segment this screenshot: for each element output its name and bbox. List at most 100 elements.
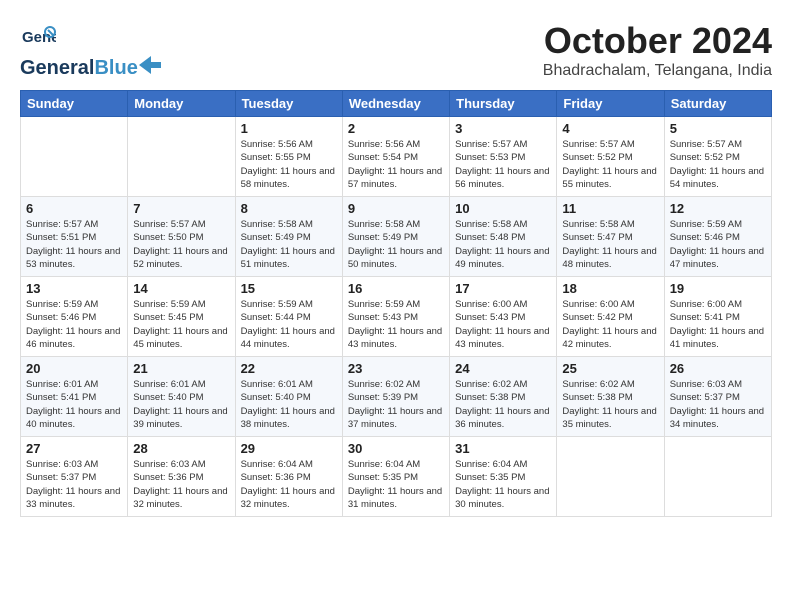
calendar-cell: 2 Sunrise: 5:56 AM Sunset: 5:54 PM Daylig… — [342, 117, 449, 197]
day-number: 2 — [348, 121, 444, 136]
calendar-cell — [664, 437, 771, 517]
day-number: 3 — [455, 121, 551, 136]
calendar-header-row: SundayMondayTuesdayWednesdayThursdayFrid… — [21, 91, 772, 117]
day-number: 18 — [562, 281, 658, 296]
day-info: Sunrise: 6:00 AM Sunset: 5:43 PM Dayligh… — [455, 298, 551, 351]
calendar-cell: 12 Sunrise: 5:59 AM Sunset: 5:46 PM Dayli… — [664, 197, 771, 277]
day-info: Sunrise: 6:00 AM Sunset: 5:42 PM Dayligh… — [562, 298, 658, 351]
calendar-cell: 22Sunrise: 6:01 AM Sunset: 5:40 PM Dayli… — [235, 357, 342, 437]
day-info: Sunrise: 6:00 AM Sunset: 5:41 PM Dayligh… — [670, 298, 766, 351]
day-info: Sunrise: 5:57 AM Sunset: 5:50 PM Dayligh… — [133, 218, 229, 271]
day-info: Sunrise: 6:02 AM Sunset: 5:39 PM Dayligh… — [348, 378, 444, 431]
calendar-week-row: 20Sunrise: 6:01 AM Sunset: 5:41 PM Dayli… — [21, 357, 772, 437]
calendar-cell: 19 Sunrise: 6:00 AM Sunset: 5:41 PM Dayli… — [664, 277, 771, 357]
calendar-cell: 29Sunrise: 6:04 AM Sunset: 5:36 PM Dayli… — [235, 437, 342, 517]
day-info: Sunrise: 5:59 AM Sunset: 5:44 PM Dayligh… — [241, 298, 337, 351]
calendar-cell: 27 Sunrise: 6:03 AM Sunset: 5:37 PM Dayli… — [21, 437, 128, 517]
calendar-cell: 10 Sunrise: 5:58 AM Sunset: 5:48 PM Dayli… — [450, 197, 557, 277]
day-number: 6 — [26, 201, 122, 216]
calendar-cell — [557, 437, 664, 517]
day-info: Sunrise: 5:56 AM Sunset: 5:54 PM Dayligh… — [348, 138, 444, 191]
calendar-cell: 5 Sunrise: 5:57 AM Sunset: 5:52 PM Daylig… — [664, 117, 771, 197]
day-number: 30 — [348, 441, 444, 456]
day-number: 25 — [562, 361, 658, 376]
day-number: 26 — [670, 361, 766, 376]
day-info: Sunrise: 5:57 AM Sunset: 5:52 PM Dayligh… — [670, 138, 766, 191]
day-number: 4 — [562, 121, 658, 136]
day-info: Sunrise: 5:57 AM Sunset: 5:53 PM Dayligh… — [455, 138, 551, 191]
calendar-cell: 14 Sunrise: 5:59 AM Sunset: 5:45 PM Dayli… — [128, 277, 235, 357]
calendar-cell: 18 Sunrise: 6:00 AM Sunset: 5:42 PM Dayli… — [557, 277, 664, 357]
calendar-cell: 31 Sunrise: 6:04 AM Sunset: 5:35 PM Dayli… — [450, 437, 557, 517]
day-number: 15 — [241, 281, 337, 296]
calendar-cell: 6Sunrise: 5:57 AM Sunset: 5:51 PM Daylig… — [21, 197, 128, 277]
day-info: Sunrise: 5:57 AM Sunset: 5:52 PM Dayligh… — [562, 138, 658, 191]
day-info: Sunrise: 5:59 AM Sunset: 5:46 PM Dayligh… — [670, 218, 766, 271]
day-number: 13 — [26, 281, 122, 296]
day-number: 19 — [670, 281, 766, 296]
calendar-week-row: 13 Sunrise: 5:59 AM Sunset: 5:46 PM Dayli… — [21, 277, 772, 357]
weekday-header: Sunday — [21, 91, 128, 117]
day-info: Sunrise: 5:58 AM Sunset: 5:47 PM Dayligh… — [562, 218, 658, 271]
day-number: 29 — [241, 441, 337, 456]
day-number: 24 — [455, 361, 551, 376]
day-info: Sunrise: 5:58 AM Sunset: 5:49 PM Dayligh… — [241, 218, 337, 271]
calendar-cell: 17Sunrise: 6:00 AM Sunset: 5:43 PM Dayli… — [450, 277, 557, 357]
calendar-week-row: 6Sunrise: 5:57 AM Sunset: 5:51 PM Daylig… — [21, 197, 772, 277]
location: Bhadrachalam, Telangana, India — [543, 62, 772, 80]
day-info: Sunrise: 6:03 AM Sunset: 5:37 PM Dayligh… — [26, 458, 122, 511]
day-number: 31 — [455, 441, 551, 456]
day-info: Sunrise: 5:58 AM Sunset: 5:48 PM Dayligh… — [455, 218, 551, 271]
weekday-header: Monday — [128, 91, 235, 117]
day-info: Sunrise: 6:01 AM Sunset: 5:41 PM Dayligh… — [26, 378, 122, 431]
day-info: Sunrise: 6:03 AM Sunset: 5:36 PM Dayligh… — [133, 458, 229, 511]
calendar-table: SundayMondayTuesdayWednesdayThursdayFrid… — [20, 90, 772, 517]
day-number: 14 — [133, 281, 229, 296]
day-number: 16 — [348, 281, 444, 296]
day-info: Sunrise: 6:04 AM Sunset: 5:35 PM Dayligh… — [455, 458, 551, 511]
calendar-cell: 16 Sunrise: 5:59 AM Sunset: 5:43 PM Dayli… — [342, 277, 449, 357]
calendar-cell: 24Sunrise: 6:02 AM Sunset: 5:38 PM Dayli… — [450, 357, 557, 437]
calendar-week-row: 1 Sunrise: 5:56 AM Sunset: 5:55 PM Daylig… — [21, 117, 772, 197]
day-info: Sunrise: 6:01 AM Sunset: 5:40 PM Dayligh… — [133, 378, 229, 431]
day-info: Sunrise: 6:02 AM Sunset: 5:38 PM Dayligh… — [562, 378, 658, 431]
weekday-header: Tuesday — [235, 91, 342, 117]
day-info: Sunrise: 5:56 AM Sunset: 5:55 PM Dayligh… — [241, 138, 337, 191]
calendar-cell: 23 Sunrise: 6:02 AM Sunset: 5:39 PM Dayli… — [342, 357, 449, 437]
calendar-cell: 7Sunrise: 5:57 AM Sunset: 5:50 PM Daylig… — [128, 197, 235, 277]
month-title: October 2024 — [543, 20, 772, 62]
calendar-cell: 28Sunrise: 6:03 AM Sunset: 5:36 PM Dayli… — [128, 437, 235, 517]
title-block: October 2024 Bhadrachalam, Telangana, In… — [543, 20, 772, 80]
day-info: Sunrise: 5:59 AM Sunset: 5:43 PM Dayligh… — [348, 298, 444, 351]
day-number: 5 — [670, 121, 766, 136]
day-number: 8 — [241, 201, 337, 216]
calendar-cell — [128, 117, 235, 197]
day-number: 10 — [455, 201, 551, 216]
calendar-cell: 21 Sunrise: 6:01 AM Sunset: 5:40 PM Dayli… — [128, 357, 235, 437]
day-number: 9 — [348, 201, 444, 216]
calendar-week-row: 27 Sunrise: 6:03 AM Sunset: 5:37 PM Dayli… — [21, 437, 772, 517]
calendar-cell: 26 Sunrise: 6:03 AM Sunset: 5:37 PM Dayli… — [664, 357, 771, 437]
calendar-cell: 4 Sunrise: 5:57 AM Sunset: 5:52 PM Daylig… — [557, 117, 664, 197]
day-info: Sunrise: 5:58 AM Sunset: 5:49 PM Dayligh… — [348, 218, 444, 271]
day-info: Sunrise: 5:59 AM Sunset: 5:46 PM Dayligh… — [26, 298, 122, 351]
calendar-cell: 8 Sunrise: 5:58 AM Sunset: 5:49 PM Daylig… — [235, 197, 342, 277]
calendar-cell: 3 Sunrise: 5:57 AM Sunset: 5:53 PM Daylig… — [450, 117, 557, 197]
day-info: Sunrise: 6:03 AM Sunset: 5:37 PM Dayligh… — [670, 378, 766, 431]
page-header: General General Blue October 2024 Bhadra… — [20, 20, 772, 80]
day-number: 1 — [241, 121, 337, 136]
logo-icon: General — [20, 20, 56, 56]
day-number: 11 — [562, 201, 658, 216]
day-number: 21 — [133, 361, 229, 376]
weekday-header: Thursday — [450, 91, 557, 117]
day-info: Sunrise: 6:04 AM Sunset: 5:35 PM Dayligh… — [348, 458, 444, 511]
logo-general: General — [20, 57, 94, 80]
calendar-cell: 25 Sunrise: 6:02 AM Sunset: 5:38 PM Dayli… — [557, 357, 664, 437]
day-number: 23 — [348, 361, 444, 376]
day-info: Sunrise: 5:59 AM Sunset: 5:45 PM Dayligh… — [133, 298, 229, 351]
day-number: 12 — [670, 201, 766, 216]
calendar-cell: 1 Sunrise: 5:56 AM Sunset: 5:55 PM Daylig… — [235, 117, 342, 197]
day-number: 27 — [26, 441, 122, 456]
logo-blue: Blue — [94, 57, 137, 80]
calendar-cell: 11 Sunrise: 5:58 AM Sunset: 5:47 PM Dayli… — [557, 197, 664, 277]
